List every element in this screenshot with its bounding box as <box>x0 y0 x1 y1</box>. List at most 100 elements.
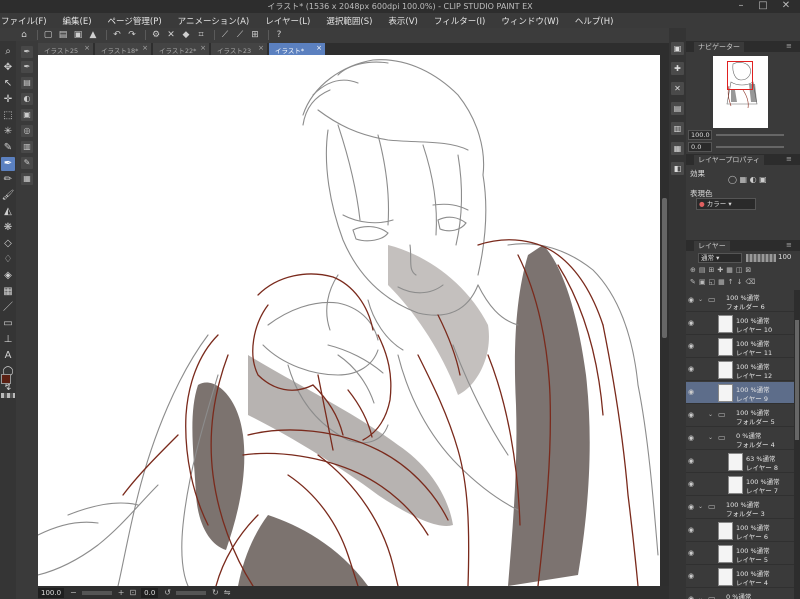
navigator-tab[interactable]: ナビゲーター <box>694 42 744 52</box>
grid-snap-icon[interactable]: ⊞ <box>249 30 261 41</box>
close-tab-icon[interactable]: × <box>142 44 148 52</box>
navigator-angle-slider[interactable] <box>716 146 784 148</box>
layer-folder-row[interactable]: ◉ ⌄ ▭ 100 %通常 フォルダー 3 <box>686 497 794 519</box>
open-file-icon[interactable]: ▤ <box>57 30 69 41</box>
tab-illust23[interactable]: イラスト23 × <box>211 43 268 55</box>
sub-tool-2-icon[interactable]: ✒ <box>21 61 33 73</box>
visibility-eye-icon[interactable]: ◉ <box>688 526 694 534</box>
visibility-eye-icon[interactable]: ◉ <box>688 595 694 599</box>
decoration-tool-icon[interactable]: ❋ <box>1 221 15 235</box>
figure-tool-icon[interactable]: ／ <box>1 301 15 315</box>
fit-icon[interactable]: ⊡ <box>129 588 136 597</box>
angle-value[interactable]: 0.0 <box>141 587 159 598</box>
zoom-tool-icon[interactable]: ⌕ <box>1 45 15 59</box>
layer-row[interactable]: ◉ 100 %通常 レイヤー 6 <box>686 520 794 542</box>
expand-chevron-icon[interactable]: ⌄ <box>698 595 703 599</box>
scroll-thumb[interactable] <box>662 198 667 338</box>
visibility-eye-icon[interactable]: ◉ <box>688 549 694 557</box>
selection-tool-icon[interactable]: ⬚ <box>1 109 15 123</box>
layer-folder-row[interactable]: ◉ ⌄ ▭ 0 %通常 フォルダー 4 <box>686 428 794 450</box>
layer-row[interactable]: ◉ 63 %通常 レイヤー 8 <box>686 451 794 473</box>
transparent-color-swatch[interactable] <box>1 393 15 398</box>
visibility-eye-icon[interactable]: ◉ <box>688 342 694 350</box>
layer-row[interactable]: ◉ 100 %通常 レイヤー 9 <box>686 382 794 404</box>
fill-icon[interactable]: ◆ <box>180 30 192 41</box>
menu-window[interactable]: ウィンドウ(W) <box>501 13 559 28</box>
layer-row[interactable]: ◉ 100 %通常 レイヤー 7 <box>686 474 794 496</box>
layer-row[interactable]: ◉ 100 %通常 レイヤー 11 <box>686 336 794 358</box>
panel-menu-icon[interactable]: ≡ <box>786 241 792 249</box>
panel-menu-icon[interactable]: ≡ <box>786 42 792 50</box>
rotate-slider[interactable] <box>176 590 206 595</box>
effect-icons[interactable]: ◯ ▦ ◐ ▣ <box>728 175 767 184</box>
move-tool-icon[interactable]: ✥ <box>1 61 15 75</box>
panel-icon-2[interactable]: ✚ <box>671 62 684 75</box>
main-color-swatch[interactable] <box>1 374 11 384</box>
layer-action-icons[interactable]: ✎▣◱▦↑↓⌫ <box>690 278 758 286</box>
visibility-eye-icon[interactable]: ◉ <box>688 365 694 373</box>
pencil-tool-icon[interactable]: ✏ <box>1 173 15 187</box>
expand-chevron-icon[interactable]: ⌄ <box>708 434 713 441</box>
gradient-tool-icon[interactable]: ▦ <box>1 285 15 299</box>
panel-icon-6[interactable]: ▦ <box>671 142 684 155</box>
tab-illust22[interactable]: イラスト22* × <box>153 43 210 55</box>
ruler-tool-icon[interactable]: ⊥ <box>1 333 15 347</box>
sub-tool-3-icon[interactable]: ▤ <box>21 77 33 89</box>
redo-icon[interactable]: ↷ <box>126 30 138 41</box>
menu-edit[interactable]: 編集(E) <box>63 13 92 28</box>
auto-select-tool-icon[interactable]: ✳ <box>1 125 15 139</box>
minimize-icon[interactable]: – <box>731 0 751 13</box>
visibility-eye-icon[interactable]: ◉ <box>688 480 694 488</box>
panel-menu-icon[interactable]: ≡ <box>786 155 792 163</box>
layer-folder-row[interactable]: ◉ ⌄ ▭ 100 %通常 フォルダー 5 <box>686 405 794 427</box>
panel-icon-7[interactable]: ◧ <box>671 162 684 175</box>
navigator-view-frame[interactable] <box>727 61 753 90</box>
panel-icon-5[interactable]: ▥ <box>671 122 684 135</box>
sub-tool-5-icon[interactable]: ▣ <box>21 109 33 121</box>
menu-selection[interactable]: 選択範囲(S) <box>326 13 372 28</box>
menu-file[interactable]: ファイル(F) <box>1 13 47 28</box>
expand-chevron-icon[interactable]: ⌄ <box>708 411 713 418</box>
zoom-value[interactable]: 100.0 <box>38 587 65 598</box>
pen-tool-icon[interactable]: ✒ <box>1 157 15 171</box>
layer-tab[interactable]: レイヤー <box>694 241 730 251</box>
menu-help[interactable]: ヘルプ(H) <box>575 13 614 28</box>
tab-illust-current[interactable]: イラスト* × <box>269 43 326 55</box>
rotate-right-icon[interactable]: ↻ <box>212 588 219 597</box>
layer-folder-row[interactable]: ◉ ⌄ ▭ 100 %通常 フォルダー 6 <box>686 290 794 312</box>
navigator-zoom[interactable]: 100.0 <box>688 130 712 140</box>
layer-row[interactable]: ◉ 100 %通常 レイヤー 5 <box>686 543 794 565</box>
visibility-eye-icon[interactable]: ◉ <box>688 319 694 327</box>
home-icon[interactable]: ⌂ <box>18 30 30 41</box>
layer-row[interactable]: ◉ 100 %通常 レイヤー 4 <box>686 566 794 588</box>
eraser-tool-icon[interactable]: ◇ <box>1 237 15 251</box>
menu-page[interactable]: ページ管理(P) <box>108 13 162 28</box>
close-tab-icon[interactable]: × <box>84 44 90 52</box>
expression-color-select[interactable]: ● カラー ▾ <box>696 198 756 210</box>
layer-row[interactable]: ◉ 100 %通常 レイヤー 10 <box>686 313 794 335</box>
crop-icon[interactable]: ⌗ <box>195 30 207 41</box>
help-icon[interactable]: ? <box>273 30 285 41</box>
move-layer-tool-icon[interactable]: ✛ <box>1 93 15 107</box>
visibility-eye-icon[interactable]: ◉ <box>688 434 694 442</box>
panel-icon-1[interactable]: ▣ <box>671 42 684 55</box>
expand-chevron-icon[interactable]: ⌄ <box>698 503 703 510</box>
blend-mode-select[interactable]: 通常 ▾ <box>698 253 742 263</box>
close-tab-icon[interactable]: × <box>316 44 322 52</box>
airbrush-tool-icon[interactable]: ◭ <box>1 205 15 219</box>
tab-illust25[interactable]: イラスト25 × <box>38 43 94 55</box>
zoom-in-icon[interactable]: + <box>118 588 125 597</box>
close-tab-icon[interactable]: × <box>258 44 264 52</box>
sub-tool-9-icon[interactable]: ▦ <box>21 173 33 185</box>
eyedropper-tool-icon[interactable]: ✎ <box>1 141 15 155</box>
close-icon[interactable]: ✕ <box>776 0 796 13</box>
export-icon[interactable]: ▲ <box>87 30 99 41</box>
layer-folder-row[interactable]: ◉⌄▭0 %通常フォルダー 2 <box>686 589 794 599</box>
save-icon[interactable]: ▣ <box>72 30 84 41</box>
visibility-eye-icon[interactable]: ◉ <box>688 388 694 396</box>
menu-animation[interactable]: アニメーション(A) <box>178 13 250 28</box>
text-tool-icon[interactable]: A <box>1 349 15 363</box>
zoom-slider[interactable] <box>81 590 112 595</box>
canvas[interactable] <box>38 55 660 586</box>
visibility-eye-icon[interactable]: ◉ <box>688 296 694 304</box>
